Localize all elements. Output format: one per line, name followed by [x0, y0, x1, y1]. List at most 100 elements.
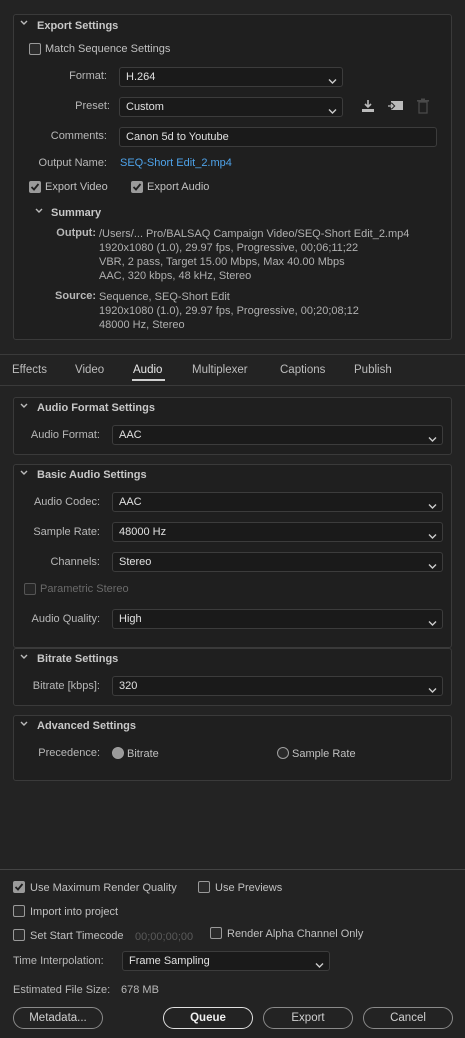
render-alpha-checkbox[interactable]: [210, 927, 222, 939]
parametric-stereo-checkbox[interactable]: [24, 583, 36, 595]
tab-audio[interactable]: Audio: [133, 364, 162, 376]
collapse-chevron-icon[interactable]: [20, 403, 28, 410]
audio-quality-label: Audio Quality:: [31, 613, 100, 625]
render-alpha-label[interactable]: Render Alpha Channel Only: [227, 928, 363, 940]
audio-codec-value: AAC: [119, 496, 142, 508]
match-sequence-label[interactable]: Match Sequence Settings: [45, 43, 170, 55]
preset-label: Preset:: [75, 100, 110, 112]
summary-source-line: 1920x1080 (1.0), 29.97 fps, Progressive,…: [99, 305, 359, 317]
export-audio-label[interactable]: Export Audio: [147, 181, 209, 193]
delete-preset-icon[interactable]: [416, 98, 430, 117]
summary-source-label: Source:: [55, 290, 96, 302]
channels-select[interactable]: Stereo: [112, 552, 443, 572]
max-render-quality-checkbox[interactable]: [13, 881, 25, 893]
start-timecode-value: 00;00;00;00: [135, 931, 194, 943]
format-value: H.264: [126, 71, 156, 83]
start-timecode-checkbox[interactable]: [13, 929, 25, 941]
chevron-down-icon: [428, 682, 437, 695]
use-previews-checkbox[interactable]: [198, 881, 210, 893]
precedence-sample-rate-label[interactable]: Sample Rate: [292, 748, 356, 760]
tab-video[interactable]: Video: [75, 364, 104, 376]
summary-output-line: AAC, 320 kbps, 48 kHz, Stereo: [99, 270, 252, 282]
chevron-down-icon: [328, 73, 337, 86]
collapse-chevron-icon[interactable]: [20, 470, 28, 477]
collapse-chevron-icon[interactable]: [20, 654, 28, 661]
chevron-down-icon: [428, 498, 437, 511]
chevron-down-icon: [428, 615, 437, 628]
precedence-sample-rate-radio[interactable]: [277, 747, 289, 759]
import-into-project-label[interactable]: Import into project: [30, 906, 118, 918]
time-interpolation-select[interactable]: Frame Sampling: [122, 951, 330, 971]
chevron-down-icon: [428, 431, 437, 444]
tab-effects[interactable]: Effects: [12, 364, 47, 376]
bitrate-select[interactable]: 320: [112, 676, 443, 696]
export-button[interactable]: Export: [263, 1007, 353, 1029]
summary-output-label: Output:: [56, 227, 96, 239]
summary-source-line: Sequence, SEQ-Short Edit: [99, 291, 230, 303]
channels-value: Stereo: [119, 556, 152, 568]
precedence-label: Precedence:: [38, 747, 100, 759]
precedence-bitrate-radio[interactable]: [112, 747, 124, 759]
chevron-down-icon: [428, 558, 437, 571]
active-tab-indicator: [132, 379, 165, 381]
audio-quality-select[interactable]: High: [112, 609, 443, 629]
cancel-button[interactable]: Cancel: [363, 1007, 453, 1029]
divider: [0, 385, 465, 386]
export-video-label[interactable]: Export Video: [45, 181, 108, 193]
tab-publish[interactable]: Publish: [354, 364, 392, 376]
collapse-chevron-icon[interactable]: [35, 208, 43, 215]
summary-output-line: /Users/... Pro/BALSAQ Campaign Video/SEQ…: [99, 228, 410, 240]
summary-output-line: VBR, 2 pass, Target 15.00 Mbps, Max 40.0…: [99, 256, 345, 268]
import-preset-icon[interactable]: [387, 98, 405, 117]
use-previews-label[interactable]: Use Previews: [215, 882, 282, 894]
audio-codec-select[interactable]: AAC: [112, 492, 443, 512]
time-interpolation-label: Time Interpolation:: [13, 955, 104, 967]
format-label: Format:: [69, 70, 107, 82]
audio-format-label: Audio Format:: [30, 429, 100, 441]
collapse-chevron-icon[interactable]: [20, 20, 28, 27]
sample-rate-select[interactable]: 48000 Hz: [112, 522, 443, 542]
max-render-quality-label[interactable]: Use Maximum Render Quality: [30, 882, 177, 894]
format-select[interactable]: H.264: [119, 67, 343, 87]
comments-input[interactable]: Canon 5d to Youtube: [119, 127, 437, 147]
chevron-down-icon: [315, 957, 324, 970]
match-sequence-checkbox[interactable]: [29, 43, 41, 55]
start-timecode-label[interactable]: Set Start Timecode: [30, 930, 124, 942]
bitrate-title: Bitrate Settings: [37, 653, 119, 665]
export-settings-title: Export Settings: [37, 20, 119, 32]
precedence-bitrate-label[interactable]: Bitrate: [127, 748, 159, 760]
audio-format-title: Audio Format Settings: [37, 402, 155, 414]
preset-value: Custom: [126, 101, 164, 113]
parametric-stereo-label: Parametric Stereo: [40, 583, 129, 595]
import-into-project-checkbox[interactable]: [13, 905, 25, 917]
output-name-label: Output Name:: [38, 157, 107, 169]
audio-format-select[interactable]: AAC: [112, 425, 443, 445]
channels-label: Channels:: [50, 556, 100, 568]
advanced-title: Advanced Settings: [37, 720, 137, 732]
summary-source-line: 48000 Hz, Stereo: [99, 319, 185, 331]
divider: [0, 354, 465, 355]
divider: [0, 869, 465, 870]
audio-quality-value: High: [119, 613, 142, 625]
tab-multiplexer[interactable]: Multiplexer: [192, 364, 248, 376]
audio-codec-label: Audio Codec:: [33, 496, 100, 508]
estimated-file-size-label: Estimated File Size:: [13, 984, 111, 996]
chevron-down-icon: [328, 103, 337, 116]
time-interpolation-value: Frame Sampling: [129, 955, 210, 967]
summary-title: Summary: [51, 207, 102, 219]
tab-captions[interactable]: Captions: [280, 364, 325, 376]
export-video-checkbox[interactable]: [29, 181, 41, 193]
summary-output-line: 1920x1080 (1.0), 29.97 fps, Progressive,…: [99, 242, 359, 254]
queue-button[interactable]: Queue: [163, 1007, 253, 1029]
output-name-link[interactable]: SEQ-Short Edit_2.mp4: [120, 157, 232, 169]
metadata-button[interactable]: Metadata...: [13, 1007, 103, 1029]
basic-audio-title: Basic Audio Settings: [37, 469, 147, 481]
sample-rate-label: Sample Rate:: [33, 526, 100, 538]
collapse-chevron-icon[interactable]: [20, 721, 28, 728]
chevron-down-icon: [428, 528, 437, 541]
estimated-file-size-value: 678 MB: [121, 984, 159, 996]
bitrate-value: 320: [119, 680, 138, 692]
preset-select[interactable]: Custom: [119, 97, 343, 117]
save-preset-icon[interactable]: [360, 98, 376, 117]
export-audio-checkbox[interactable]: [131, 181, 143, 193]
